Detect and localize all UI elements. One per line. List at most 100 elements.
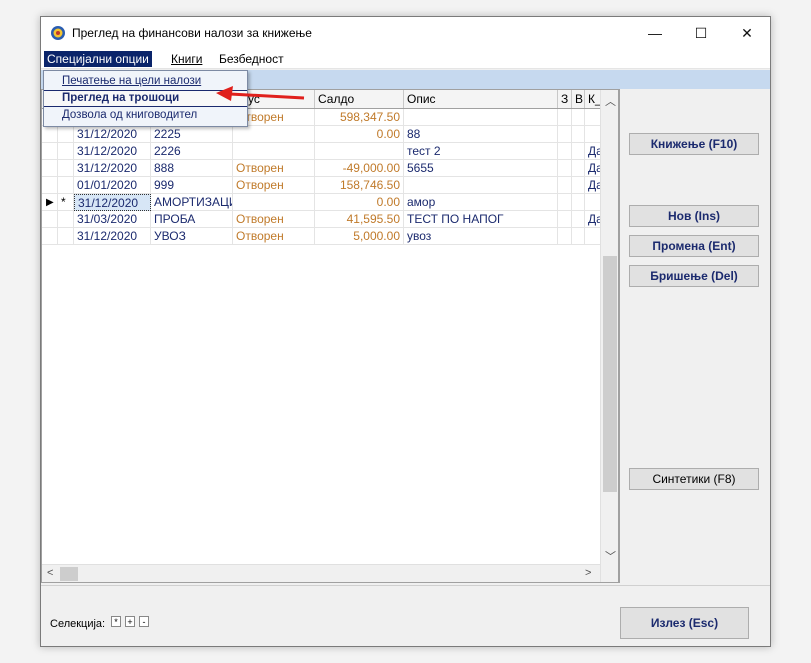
row-opis[interactable]: 5655 bbox=[404, 160, 558, 177]
row-z[interactable] bbox=[558, 126, 572, 143]
row-status[interactable] bbox=[233, 143, 315, 160]
row-opis[interactable]: 88 bbox=[404, 126, 558, 143]
row-date[interactable]: 31/12/2020 bbox=[74, 228, 151, 245]
select-add-button[interactable]: + bbox=[125, 616, 135, 627]
menu-special-options[interactable]: Специјални опции bbox=[44, 51, 152, 67]
menu-item-accountant-permission[interactable]: Дозвола од книговодител bbox=[62, 108, 197, 123]
row-status[interactable]: Отворен bbox=[233, 160, 315, 177]
row-status[interactable] bbox=[233, 194, 315, 211]
row-v[interactable] bbox=[572, 177, 585, 194]
select-remove-button[interactable]: - bbox=[139, 616, 149, 627]
maximize-button[interactable]: ☐ bbox=[678, 17, 724, 49]
row-number[interactable]: УВОЗ bbox=[151, 228, 233, 245]
row-v[interactable] bbox=[572, 211, 585, 228]
exit-button[interactable]: Излез (Esc) bbox=[620, 607, 749, 639]
row-opis[interactable]: амор bbox=[404, 194, 558, 211]
row-date[interactable]: 31/12/2020 bbox=[74, 160, 151, 177]
row-marker[interactable] bbox=[42, 211, 58, 228]
row-date[interactable]: 01/01/2020 bbox=[74, 177, 151, 194]
row-date[interactable]: 31/03/2020 bbox=[74, 211, 151, 228]
new-button[interactable]: Нов (Ins) bbox=[629, 205, 759, 227]
row-saldo[interactable]: 0.00 bbox=[315, 126, 404, 143]
row-v[interactable] bbox=[572, 160, 585, 177]
row-v[interactable] bbox=[572, 126, 585, 143]
row-number[interactable]: 888 bbox=[151, 160, 233, 177]
select-all-button[interactable]: * bbox=[111, 616, 121, 627]
row-date[interactable]: 31/12/2020 bbox=[74, 126, 151, 143]
row-number[interactable]: 2226 bbox=[151, 143, 233, 160]
table-row[interactable]: 31/12/2020 2226 тест 2 Да bbox=[42, 143, 602, 160]
row-saldo[interactable] bbox=[315, 143, 404, 160]
row-number[interactable]: АМОРТИЗАЦИ bbox=[151, 194, 233, 211]
row-z[interactable] bbox=[558, 228, 572, 245]
header-z[interactable]: З bbox=[558, 90, 572, 108]
row-z[interactable] bbox=[558, 211, 572, 228]
book-button[interactable]: Книжење (F10) bbox=[629, 133, 759, 155]
row-v[interactable] bbox=[572, 194, 585, 211]
row-status[interactable]: Отворен bbox=[233, 177, 315, 194]
header-v[interactable]: В bbox=[572, 90, 585, 108]
vertical-scrollbar[interactable]: ︿ ﹀ bbox=[600, 90, 618, 582]
table-row[interactable]: 31/12/2020 2225 0.00 88 bbox=[42, 126, 602, 143]
row-star[interactable]: * bbox=[58, 194, 74, 211]
row-marker[interactable] bbox=[42, 160, 58, 177]
row-status[interactable]: Отворен bbox=[233, 211, 315, 228]
edit-button[interactable]: Промена (Ent) bbox=[629, 235, 759, 257]
row-marker[interactable]: ▶ bbox=[42, 194, 58, 211]
row-saldo[interactable]: 41,595.50 bbox=[315, 211, 404, 228]
synthetics-button[interactable]: Синтетики (F8) bbox=[629, 468, 759, 490]
row-number[interactable]: 999 bbox=[151, 177, 233, 194]
row-number[interactable]: ПРОБА bbox=[151, 211, 233, 228]
row-opis[interactable] bbox=[404, 177, 558, 194]
row-status[interactable] bbox=[233, 126, 315, 143]
scroll-up-icon[interactable]: ︿ bbox=[605, 93, 616, 109]
ledger-grid[interactable]: атус Салдо Опис З В К_ Отворен598,347.50… bbox=[41, 89, 619, 583]
row-saldo[interactable]: 598,347.50 bbox=[315, 109, 404, 126]
row-v[interactable] bbox=[572, 143, 585, 160]
row-saldo[interactable]: 0.00 bbox=[315, 194, 404, 211]
row-opis[interactable] bbox=[404, 109, 558, 126]
row-z[interactable] bbox=[558, 143, 572, 160]
row-z[interactable] bbox=[558, 177, 572, 194]
horizontal-scroll-thumb[interactable] bbox=[60, 567, 78, 581]
table-row[interactable]: 31/12/2020 888 Отворен -49,000.00 5655 Да bbox=[42, 160, 602, 177]
row-marker[interactable] bbox=[42, 177, 58, 194]
row-v[interactable] bbox=[572, 228, 585, 245]
table-row[interactable]: 31/03/2020 ПРОБА Отворен 41,595.50 ТЕСТ ПО Н… bbox=[42, 211, 602, 228]
horizontal-scrollbar[interactable]: < > bbox=[42, 564, 600, 582]
row-opis[interactable]: ТЕСТ ПО НАПОГ bbox=[404, 211, 558, 228]
row-z[interactable] bbox=[558, 160, 572, 177]
row-v[interactable] bbox=[572, 109, 585, 126]
menu-security[interactable]: Безбедност bbox=[219, 52, 284, 66]
row-z[interactable] bbox=[558, 194, 572, 211]
menu-item-print-orders[interactable]: Печатење на цели налози bbox=[62, 74, 201, 89]
menu-item-cost-overview[interactable]: Преглед на трошоци bbox=[44, 90, 247, 107]
header-saldo[interactable]: Салдо bbox=[315, 90, 404, 108]
row-star[interactable] bbox=[58, 143, 74, 160]
table-row[interactable]: ▶ * 31/12/2020 АМОРТИЗАЦИ 0.00 амор bbox=[42, 194, 602, 211]
scroll-down-icon[interactable]: ﹀ bbox=[605, 548, 616, 564]
menu-books[interactable]: Книги bbox=[171, 52, 202, 66]
row-star[interactable] bbox=[58, 211, 74, 228]
vertical-scroll-thumb[interactable] bbox=[603, 256, 617, 492]
row-number[interactable]: 2225 bbox=[151, 126, 233, 143]
close-button[interactable]: ✕ bbox=[724, 17, 770, 49]
row-z[interactable] bbox=[558, 109, 572, 126]
delete-button[interactable]: Бришење (Del) bbox=[629, 265, 759, 287]
row-status[interactable]: Отворен bbox=[233, 228, 315, 245]
row-date[interactable]: 31/12/2020 bbox=[74, 143, 151, 160]
row-marker[interactable] bbox=[42, 143, 58, 160]
row-marker[interactable] bbox=[42, 126, 58, 143]
row-star[interactable] bbox=[58, 160, 74, 177]
row-saldo[interactable]: 158,746.50 bbox=[315, 177, 404, 194]
table-row[interactable]: 31/12/2020 УВОЗ Отворен 5,000.00 увоз bbox=[42, 228, 602, 245]
minimize-button[interactable]: — bbox=[632, 17, 678, 49]
row-opis[interactable]: увоз bbox=[404, 228, 558, 245]
row-star[interactable] bbox=[58, 177, 74, 194]
scroll-left-icon[interactable]: < bbox=[47, 567, 53, 579]
row-opis[interactable]: тест 2 bbox=[404, 143, 558, 160]
table-row[interactable]: 01/01/2020 999 Отворен 158,746.50 Да bbox=[42, 177, 602, 194]
row-marker[interactable] bbox=[42, 228, 58, 245]
header-opis[interactable]: Опис bbox=[404, 90, 558, 108]
row-saldo[interactable]: -49,000.00 bbox=[315, 160, 404, 177]
